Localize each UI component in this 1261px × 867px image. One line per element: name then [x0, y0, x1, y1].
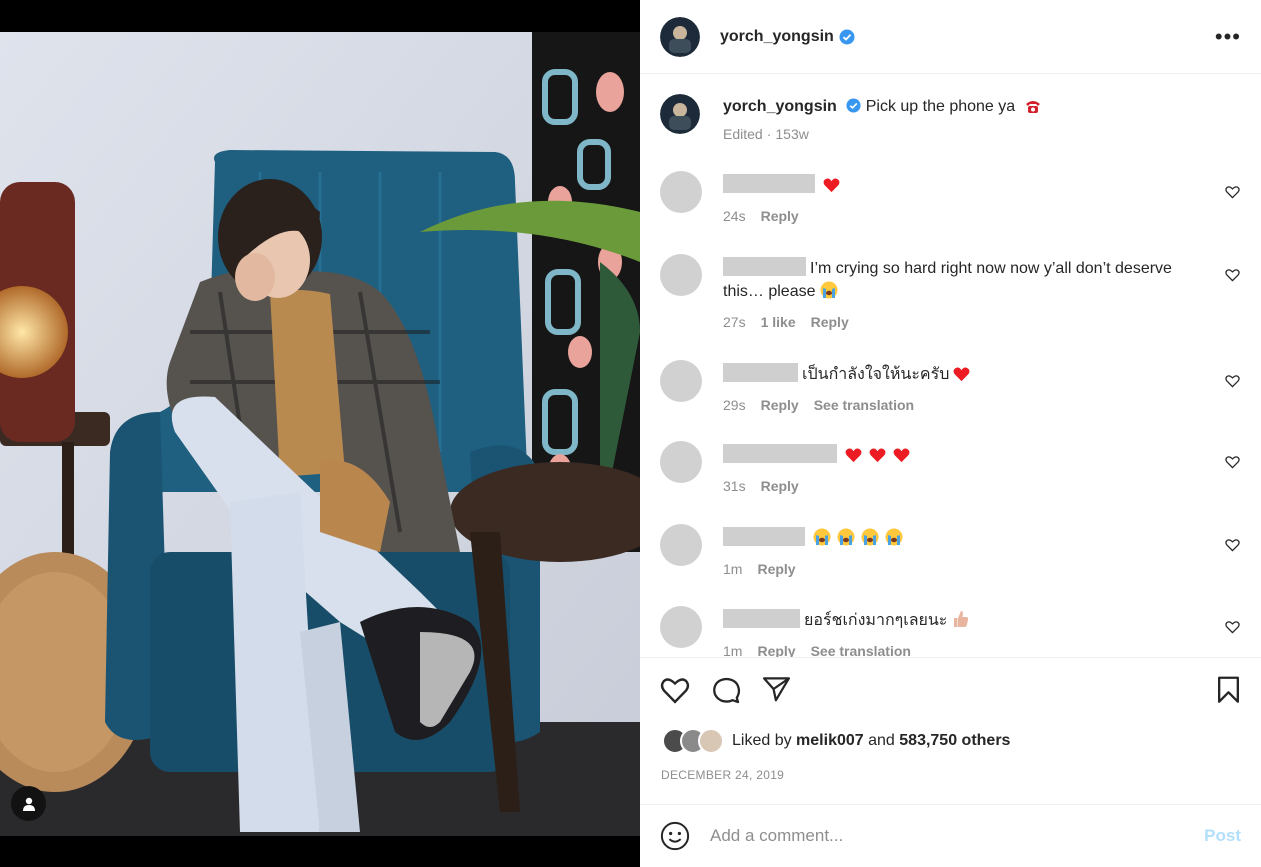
- like-post-icon[interactable]: [660, 676, 690, 704]
- like-comment-icon[interactable]: [1225, 538, 1240, 552]
- see-translation-button[interactable]: See translation: [811, 643, 911, 657]
- red-heart-emoji-icon: [869, 448, 886, 463]
- post-caption: yorch_yongsin Pick up the phone ya Edite…: [660, 94, 1042, 142]
- more-options-icon[interactable]: •••: [1215, 24, 1241, 50]
- comments-list[interactable]: yorch_yongsin Pick up the phone ya Edite…: [640, 74, 1261, 657]
- comment-reply-button[interactable]: Reply: [757, 643, 795, 657]
- author-avatar[interactable]: [660, 16, 700, 57]
- caption-edited-label: Edited: [723, 126, 763, 142]
- post-comment-button[interactable]: Post: [1204, 826, 1241, 846]
- comment-reply-button[interactable]: Reply: [761, 478, 799, 494]
- red-heart-emoji-icon: [893, 448, 910, 463]
- red-heart-emoji-icon: [953, 367, 970, 382]
- liked-by-prefix: Liked by: [732, 732, 792, 749]
- user-icon: [22, 797, 35, 811]
- post-media-pane: [0, 0, 640, 867]
- liked-by-summary[interactable]: Liked by melik007 and 583,750 others: [662, 728, 1010, 754]
- redacted-username: [723, 527, 805, 546]
- comment-time[interactable]: 1m: [723, 561, 742, 577]
- add-comment-bar: Post: [640, 804, 1261, 867]
- liked-by-user[interactable]: melik007: [796, 732, 864, 750]
- comment-text: เป็นกำลังใจให้นะครับ: [802, 366, 950, 383]
- comment-time[interactable]: 29s: [723, 397, 746, 413]
- crying-face-emoji-icon: [885, 528, 903, 546]
- see-translation-button[interactable]: See translation: [814, 397, 914, 413]
- verified-badge-icon: [839, 29, 855, 44]
- comment-item: ยอร์ชเก่งมากๆเลยนะ 1m Reply See translatio…: [660, 606, 1240, 657]
- tagged-users-button[interactable]: [11, 786, 46, 821]
- save-bookmark-icon[interactable]: [1216, 676, 1241, 704]
- liker-avatar: [698, 728, 724, 754]
- comment-time[interactable]: 1m: [723, 643, 742, 657]
- comment-time[interactable]: 27s: [723, 314, 746, 330]
- redacted-username: [723, 257, 806, 276]
- like-comment-icon[interactable]: [1225, 185, 1240, 199]
- share-icon[interactable]: [762, 676, 791, 702]
- telephone-emoji-icon: [1025, 101, 1040, 113]
- like-comment-icon[interactable]: [1225, 620, 1240, 634]
- comment-input[interactable]: [710, 826, 1170, 846]
- redacted-username: [723, 444, 837, 463]
- comment-likes-count[interactable]: 1 like: [761, 314, 796, 330]
- crying-face-emoji-icon: [837, 528, 855, 546]
- emoji-picker-icon[interactable]: [660, 821, 690, 851]
- redacted-username: [723, 174, 815, 193]
- caption-author-avatar[interactable]: [660, 94, 700, 134]
- comment-reply-button[interactable]: Reply: [757, 561, 795, 577]
- crying-face-emoji-icon: [813, 528, 831, 546]
- post-side-panel: yorch_yongsin ••• yorch_yongsin Pick up …: [640, 0, 1261, 867]
- post-photo[interactable]: [0, 32, 640, 836]
- comment-time[interactable]: 24s: [723, 208, 746, 224]
- redacted-username: [723, 609, 800, 628]
- commenter-avatar[interactable]: [660, 360, 702, 402]
- comment-item: I’m crying so hard right now now y’all d…: [660, 254, 1240, 334]
- post-actions: Liked by melik007 and 583,750 others DEC…: [640, 657, 1261, 805]
- caption-username[interactable]: yorch_yongsin: [723, 98, 837, 115]
- post-header: yorch_yongsin •••: [640, 0, 1261, 74]
- liker-avatars: [662, 728, 724, 754]
- liked-by-joiner: and: [868, 732, 895, 749]
- comment-reply-button[interactable]: Reply: [761, 208, 799, 224]
- like-comment-icon[interactable]: [1225, 374, 1240, 388]
- comment-item: 1m Reply: [660, 524, 1240, 581]
- caption-age[interactable]: 153w: [775, 126, 808, 142]
- commenter-avatar[interactable]: [660, 171, 702, 213]
- caption-text: Pick up the phone ya: [865, 98, 1016, 115]
- like-comment-icon[interactable]: [1225, 268, 1240, 282]
- post-date[interactable]: DECEMBER 24, 2019: [661, 768, 784, 782]
- author-username[interactable]: yorch_yongsin: [720, 28, 834, 46]
- comment-item: 24s Reply: [660, 171, 1240, 228]
- commenter-avatar[interactable]: [660, 254, 702, 296]
- like-comment-icon[interactable]: [1225, 455, 1240, 469]
- comment-text: ยอร์ชเก่งมากๆเลยนะ: [804, 612, 948, 629]
- comment-icon[interactable]: [712, 676, 741, 705]
- comment-time[interactable]: 31s: [723, 478, 746, 494]
- crying-face-emoji-icon: [861, 528, 879, 546]
- liked-by-others[interactable]: 583,750 others: [899, 732, 1010, 750]
- comment-reply-button[interactable]: Reply: [761, 397, 799, 413]
- commenter-avatar[interactable]: [660, 441, 702, 483]
- comment-item: เป็นกำลังใจให้นะครับ 29s Reply See transla…: [660, 360, 1240, 417]
- comment-item: 31s Reply: [660, 441, 1240, 498]
- crying-face-emoji-icon: [820, 281, 837, 299]
- redacted-username: [723, 363, 798, 382]
- verified-badge-icon: [846, 98, 861, 113]
- commenter-avatar[interactable]: [660, 606, 702, 648]
- commenter-avatar[interactable]: [660, 524, 702, 566]
- red-heart-emoji-icon: [845, 448, 862, 463]
- thumbs-up-emoji-icon: [954, 611, 969, 627]
- red-heart-emoji-icon: [823, 178, 840, 193]
- comment-reply-button[interactable]: Reply: [811, 314, 849, 330]
